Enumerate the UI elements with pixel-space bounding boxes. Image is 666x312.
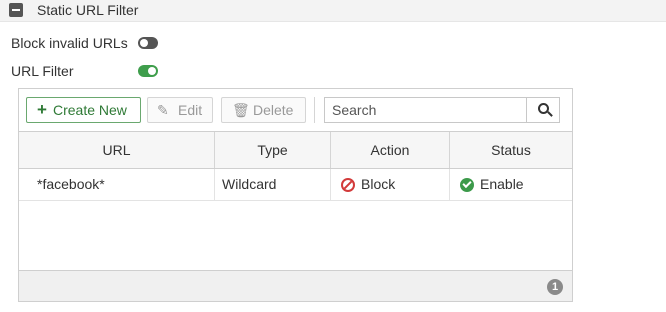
table-footer: 1	[19, 270, 572, 301]
column-header-type[interactable]: Type	[215, 132, 331, 168]
check-circle-icon	[460, 178, 474, 192]
column-header-status[interactable]: Status	[450, 132, 572, 168]
url-filter-toggle[interactable]	[138, 65, 158, 77]
cell-type: Wildcard	[215, 169, 331, 200]
column-header-action[interactable]: Action	[331, 132, 450, 168]
edit-label: Edit	[178, 102, 203, 118]
toolbar-separator	[314, 97, 315, 123]
collapse-section-icon[interactable]	[9, 3, 23, 17]
edit-button[interactable]: ✎ Edit	[147, 97, 213, 123]
section-title: Static URL Filter	[37, 2, 139, 18]
trash-icon: 🗑	[232, 102, 250, 118]
cell-url: *facebook*	[19, 169, 215, 200]
table-row[interactable]: *facebook* Wildcard Block Enable	[19, 169, 572, 201]
search-input[interactable]	[325, 98, 526, 122]
section-header: Static URL Filter	[0, 0, 666, 22]
block-invalid-urls-toggle[interactable]	[138, 37, 158, 49]
row-count-badge: 1	[547, 279, 563, 295]
toggle-knob	[140, 39, 148, 47]
toggle-knob	[148, 67, 156, 75]
toolbar: + Create New ✎ Edit 🗑 Delete	[19, 89, 572, 131]
cell-action-text: Block	[361, 176, 396, 192]
url-filter-label: URL Filter	[11, 63, 74, 79]
cell-url-text: *facebook*	[37, 176, 105, 192]
search-box	[324, 97, 560, 123]
table-header: URL Type Action Status	[19, 131, 572, 169]
block-icon	[341, 178, 355, 192]
search-button[interactable]	[526, 98, 560, 122]
delete-button[interactable]: 🗑 Delete	[221, 97, 306, 123]
url-filter-panel: + Create New ✎ Edit 🗑 Delete URL Type Ac…	[18, 88, 573, 302]
create-new-button[interactable]: + Create New	[26, 97, 141, 123]
column-header-url[interactable]: URL	[19, 132, 215, 168]
pencil-icon: ✎	[157, 102, 169, 118]
cell-action: Block	[331, 169, 450, 200]
create-new-label: Create New	[53, 102, 127, 118]
delete-label: Delete	[253, 102, 294, 118]
plus-icon: +	[37, 100, 47, 119]
cell-status: Enable	[450, 169, 572, 200]
cell-type-text: Wildcard	[222, 176, 277, 192]
cell-status-text: Enable	[480, 176, 524, 192]
block-invalid-urls-label: Block invalid URLs	[11, 35, 128, 51]
